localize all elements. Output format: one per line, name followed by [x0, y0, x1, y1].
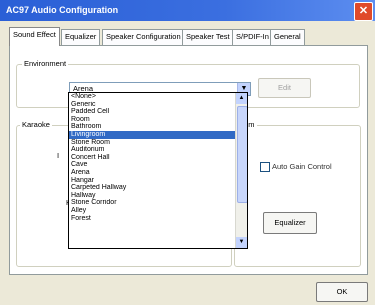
dropdown-option[interactable]: Stone Room	[69, 139, 235, 147]
dropdown-option[interactable]: Livingroom	[69, 130, 235, 139]
dropdown-option[interactable]: Stone Corridor	[69, 199, 235, 207]
checkbox-box[interactable]	[260, 162, 270, 172]
dropdown-option[interactable]: Room	[69, 116, 235, 124]
title-bar[interactable]: AC97 Audio Configuration ✕	[0, 0, 375, 21]
dropdown-option[interactable]: <None>	[69, 93, 235, 101]
tab-strip: Sound Effect Equalizer Speaker Configura…	[9, 27, 309, 46]
window-title: AC97 Audio Configuration	[6, 5, 119, 15]
scroll-down-icon[interactable]: ▼	[236, 237, 247, 248]
dropdown-option[interactable]: Generic	[69, 101, 235, 109]
ok-button[interactable]: OK	[316, 282, 368, 302]
scroll-thumb[interactable]	[237, 106, 247, 203]
dropdown-option[interactable]: Hangar	[69, 177, 235, 185]
environment-group-label: Environment	[22, 59, 69, 68]
tab-sound-effect[interactable]: Sound Effect	[9, 27, 60, 46]
dropdown-option[interactable]: Auditorium	[69, 146, 235, 154]
dropdown-scrollbar[interactable]: ▲ ▼	[235, 93, 247, 248]
dropdown-option[interactable]: Hallway	[69, 192, 235, 200]
dropdown-option[interactable]: Bathroom	[69, 123, 235, 131]
tab-speaker-configuration[interactable]: Speaker Configuration	[102, 29, 185, 45]
close-button[interactable]: ✕	[354, 2, 373, 21]
dropdown-option[interactable]: Carpeted Hallway	[69, 184, 235, 192]
dropdown-option[interactable]: Forest	[69, 215, 235, 223]
tab-general[interactable]: General	[270, 29, 305, 45]
environment-dropdown-list[interactable]: <None> Generic Padded Cell Room Bathroom Livi…	[68, 92, 248, 249]
dropdown-option[interactable]: Alley	[69, 207, 235, 215]
tab-speaker-test[interactable]: Speaker Test	[182, 29, 234, 45]
scroll-up-icon[interactable]: ▲	[236, 93, 247, 104]
karaoke-group-label: Karaoke	[20, 120, 52, 129]
dropdown-option[interactable]: Concert Hall	[69, 154, 235, 162]
tab-equalizer[interactable]: Equalizer	[61, 29, 101, 45]
dropdown-items: <None> Generic Padded Cell Room Bathroom Livi…	[69, 93, 235, 222]
auto-gain-control-label: Auto Gain Control	[272, 162, 332, 171]
edit-button[interactable]: Edit	[258, 78, 311, 98]
audio-config-window: AC97 Audio Configuration ✕ Sound Effect …	[0, 0, 375, 305]
right-group	[234, 125, 361, 267]
dropdown-option[interactable]: Cave	[69, 161, 235, 169]
dropdown-option[interactable]: Arena	[69, 169, 235, 177]
equalizer-button[interactable]: Equalizer	[263, 212, 317, 234]
dropdown-option[interactable]: Padded Cell	[69, 108, 235, 116]
tab-spdif-in[interactable]: S/PDIF-In	[232, 29, 273, 45]
karaoke-fragment: I	[57, 151, 60, 160]
